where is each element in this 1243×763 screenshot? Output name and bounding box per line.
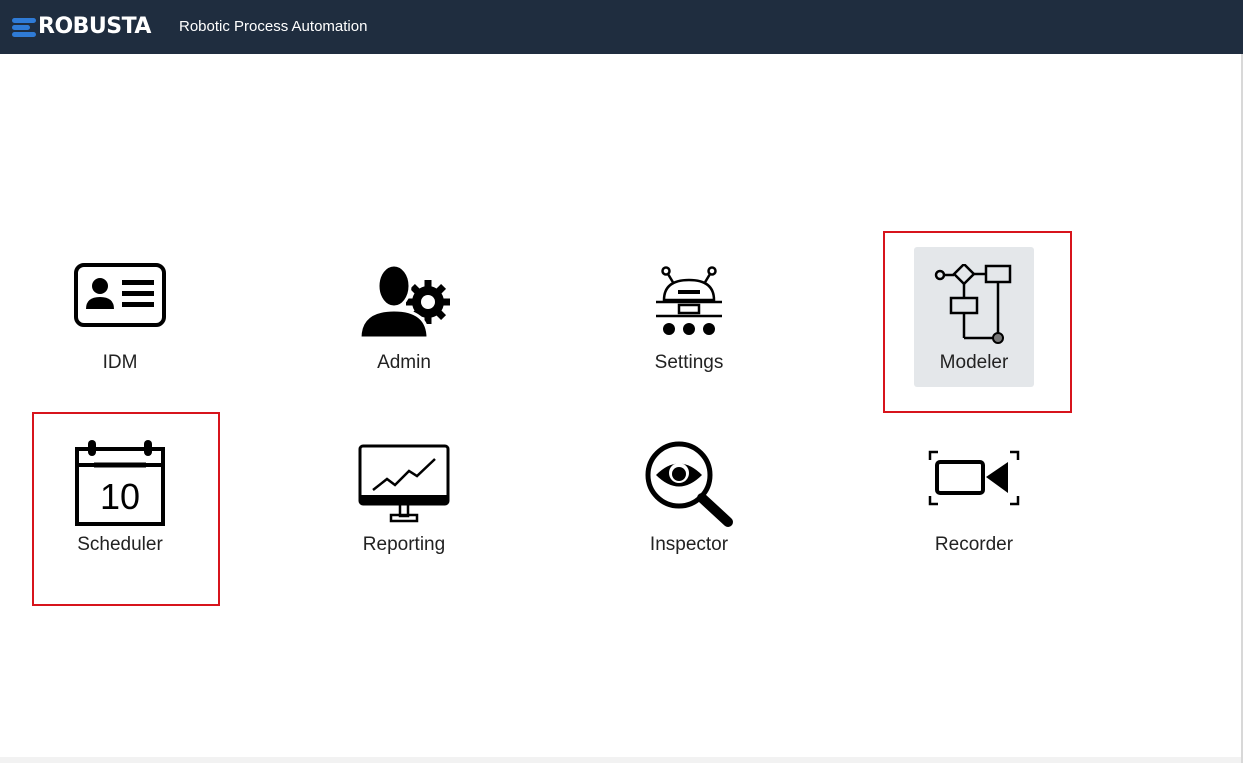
tile-label: Modeler — [939, 352, 1009, 373]
tile-admin[interactable]: Admin — [344, 248, 464, 388]
tile-recorder[interactable]: Recorder — [914, 430, 1034, 570]
tile-settings[interactable]: Settings — [629, 248, 749, 388]
robot-settings-icon — [656, 266, 722, 335]
id-card-icon — [74, 263, 166, 327]
app-title: Robotic Process Automation — [179, 18, 368, 35]
tile-label: IDM — [102, 352, 138, 373]
brand-logo[interactable]: ROBUSTA — [12, 15, 151, 39]
tile-reporting[interactable]: Reporting — [344, 430, 464, 570]
flowchart-icon — [934, 264, 1012, 344]
calendar-day-number: 10 — [100, 476, 140, 517]
monitor-chart-icon — [358, 444, 450, 523]
tile-inspector[interactable]: Inspector — [629, 430, 749, 570]
video-camera-icon — [928, 450, 1020, 506]
tile-label: Recorder — [934, 534, 1014, 555]
calendar-icon: 10 — [75, 440, 165, 526]
logo-text: ROBUSTA — [38, 14, 151, 39]
admin-user-gear-icon — [358, 263, 450, 340]
app-page: ROBUSTA Robotic Process Automation IDM A… — [0, 0, 1243, 763]
eye-magnifier-icon — [645, 441, 733, 527]
page-bottom-edge — [0, 757, 1241, 763]
tile-label: Scheduler — [77, 534, 163, 555]
tile-modeler[interactable]: Modeler — [914, 247, 1034, 387]
top-navbar: ROBUSTA Robotic Process Automation — [0, 0, 1243, 54]
tile-idm[interactable]: IDM — [60, 248, 180, 388]
tile-scheduler[interactable]: 10 Scheduler — [60, 430, 180, 570]
robusta-logo-icon — [12, 18, 36, 37]
tile-label: Inspector — [649, 534, 729, 555]
tile-label: Settings — [654, 352, 724, 373]
tile-label: Reporting — [362, 534, 446, 555]
tile-label: Admin — [377, 352, 431, 373]
